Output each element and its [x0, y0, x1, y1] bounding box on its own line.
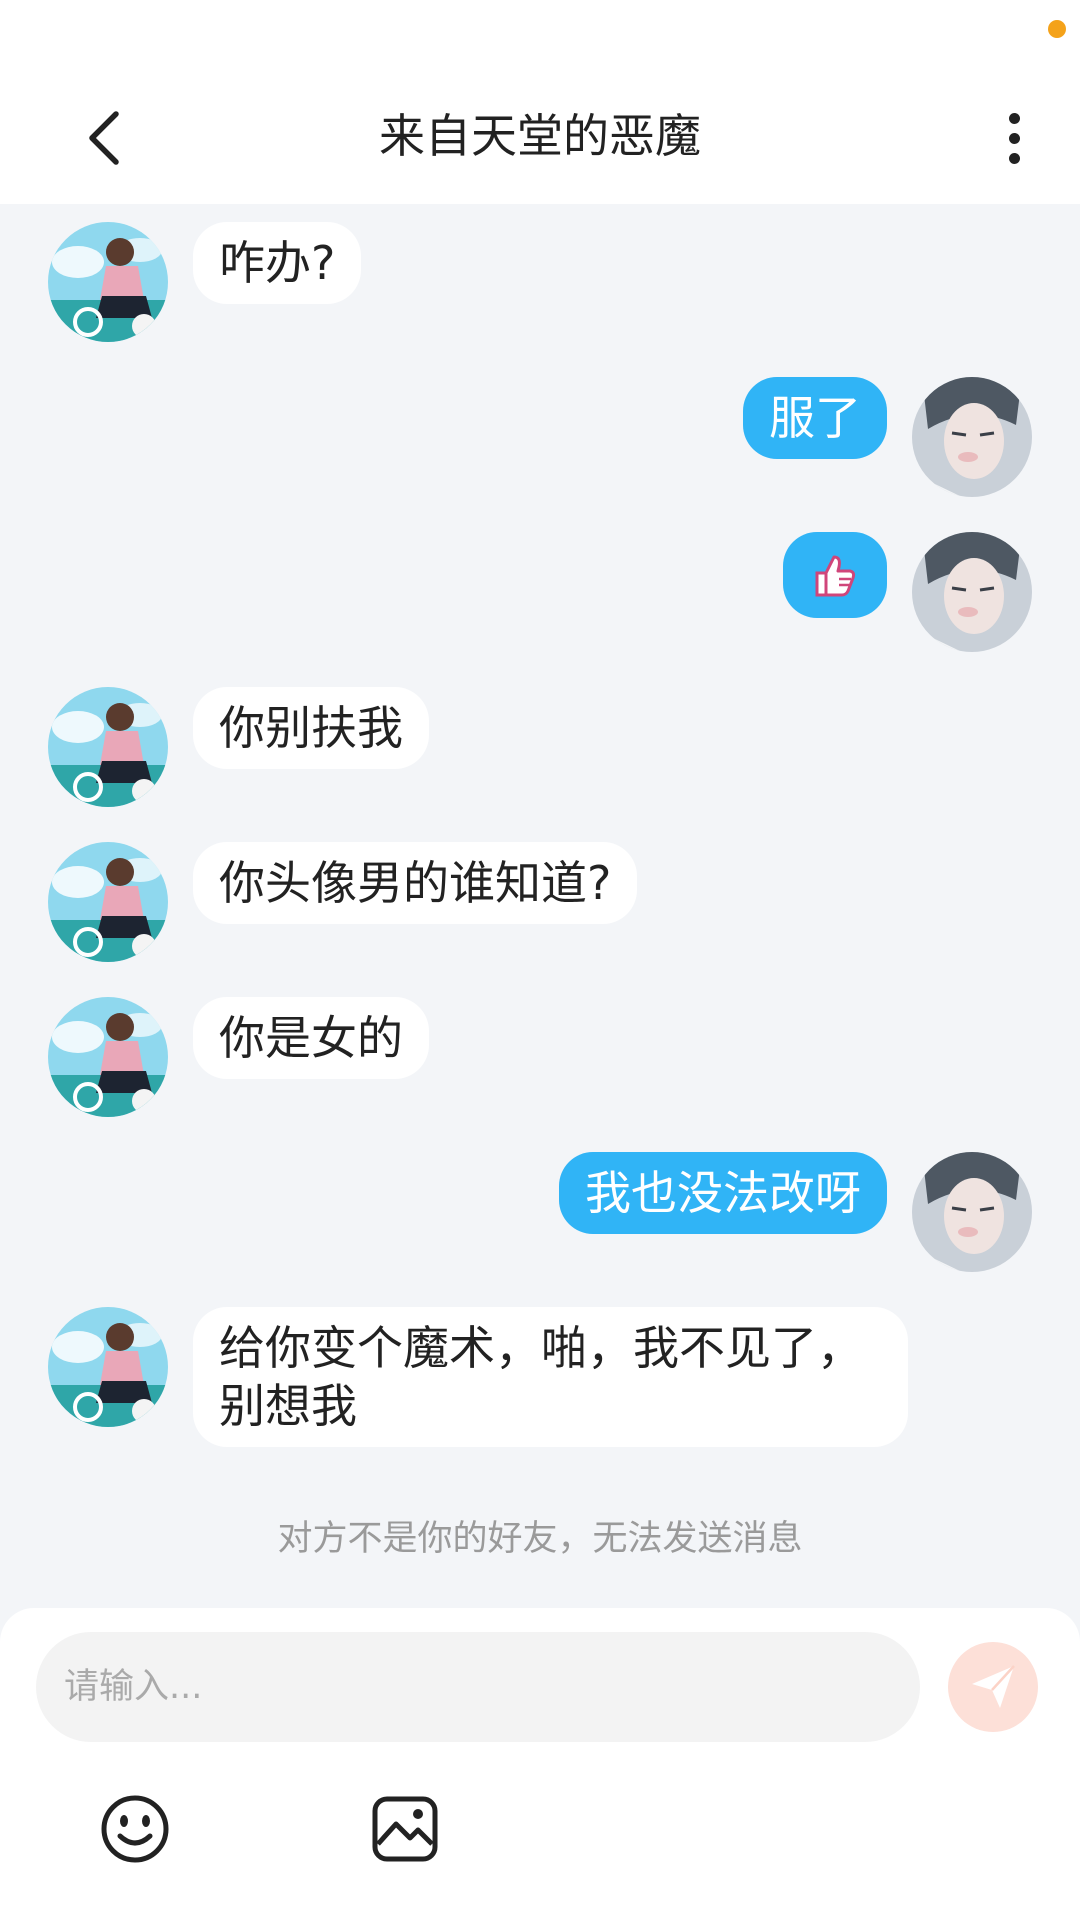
more-vertical-icon: [1008, 112, 1020, 124]
message-bubble[interactable]: 你头像男的谁知道?: [193, 842, 638, 924]
user-avatar[interactable]: [912, 1152, 1032, 1272]
message-composer: [0, 1608, 1080, 1920]
message-input-container[interactable]: [36, 1632, 920, 1742]
contact-avatar[interactable]: [48, 687, 168, 807]
top-navigation-bar: 来自天堂的恶魔: [0, 72, 1080, 204]
message-bubble[interactable]: 服了: [743, 377, 887, 459]
emoji-button[interactable]: [100, 1794, 170, 1864]
image-icon: [372, 1796, 438, 1862]
contact-avatar[interactable]: [48, 1307, 168, 1427]
status-indicator-dot: [1048, 20, 1066, 38]
message-input[interactable]: [36, 1632, 920, 1742]
image-button[interactable]: [370, 1794, 440, 1864]
contact-avatar[interactable]: [48, 997, 168, 1117]
message-bubble[interactable]: 咋办?: [193, 222, 362, 304]
thumbs-up-icon: [815, 555, 856, 597]
status-bar: [0, 0, 1080, 72]
contact-avatar[interactable]: [48, 842, 168, 962]
message-bubble[interactable]: 你是女的: [193, 997, 429, 1079]
smiley-icon: [101, 1795, 169, 1863]
back-button[interactable]: [66, 100, 142, 176]
message-bubble[interactable]: 我也没法改呀: [559, 1152, 887, 1234]
paper-plane-icon: [972, 1665, 1015, 1708]
message-bubble[interactable]: 你别扶我: [193, 687, 429, 769]
message-list[interactable]: 咋办? 服了 你别扶我 你头像男的谁知道? 你是女的 我也没法改呀 给你变个魔术…: [0, 204, 1080, 1604]
send-button[interactable]: [948, 1642, 1038, 1732]
not-friend-notice: 对方不是你的好友，无法发送消息: [277, 1519, 803, 1559]
contact-avatar[interactable]: [48, 222, 168, 342]
message-bubble[interactable]: 给你变个魔术，啪，我不见了， 别想我: [193, 1307, 908, 1447]
more-options-button[interactable]: [984, 100, 1044, 176]
chevron-left-icon: [89, 111, 119, 165]
sticker-bubble[interactable]: [783, 532, 887, 618]
user-avatar[interactable]: [912, 377, 1032, 497]
chat-title: 来自天堂的恶魔: [379, 109, 701, 163]
user-avatar[interactable]: [912, 532, 1032, 652]
